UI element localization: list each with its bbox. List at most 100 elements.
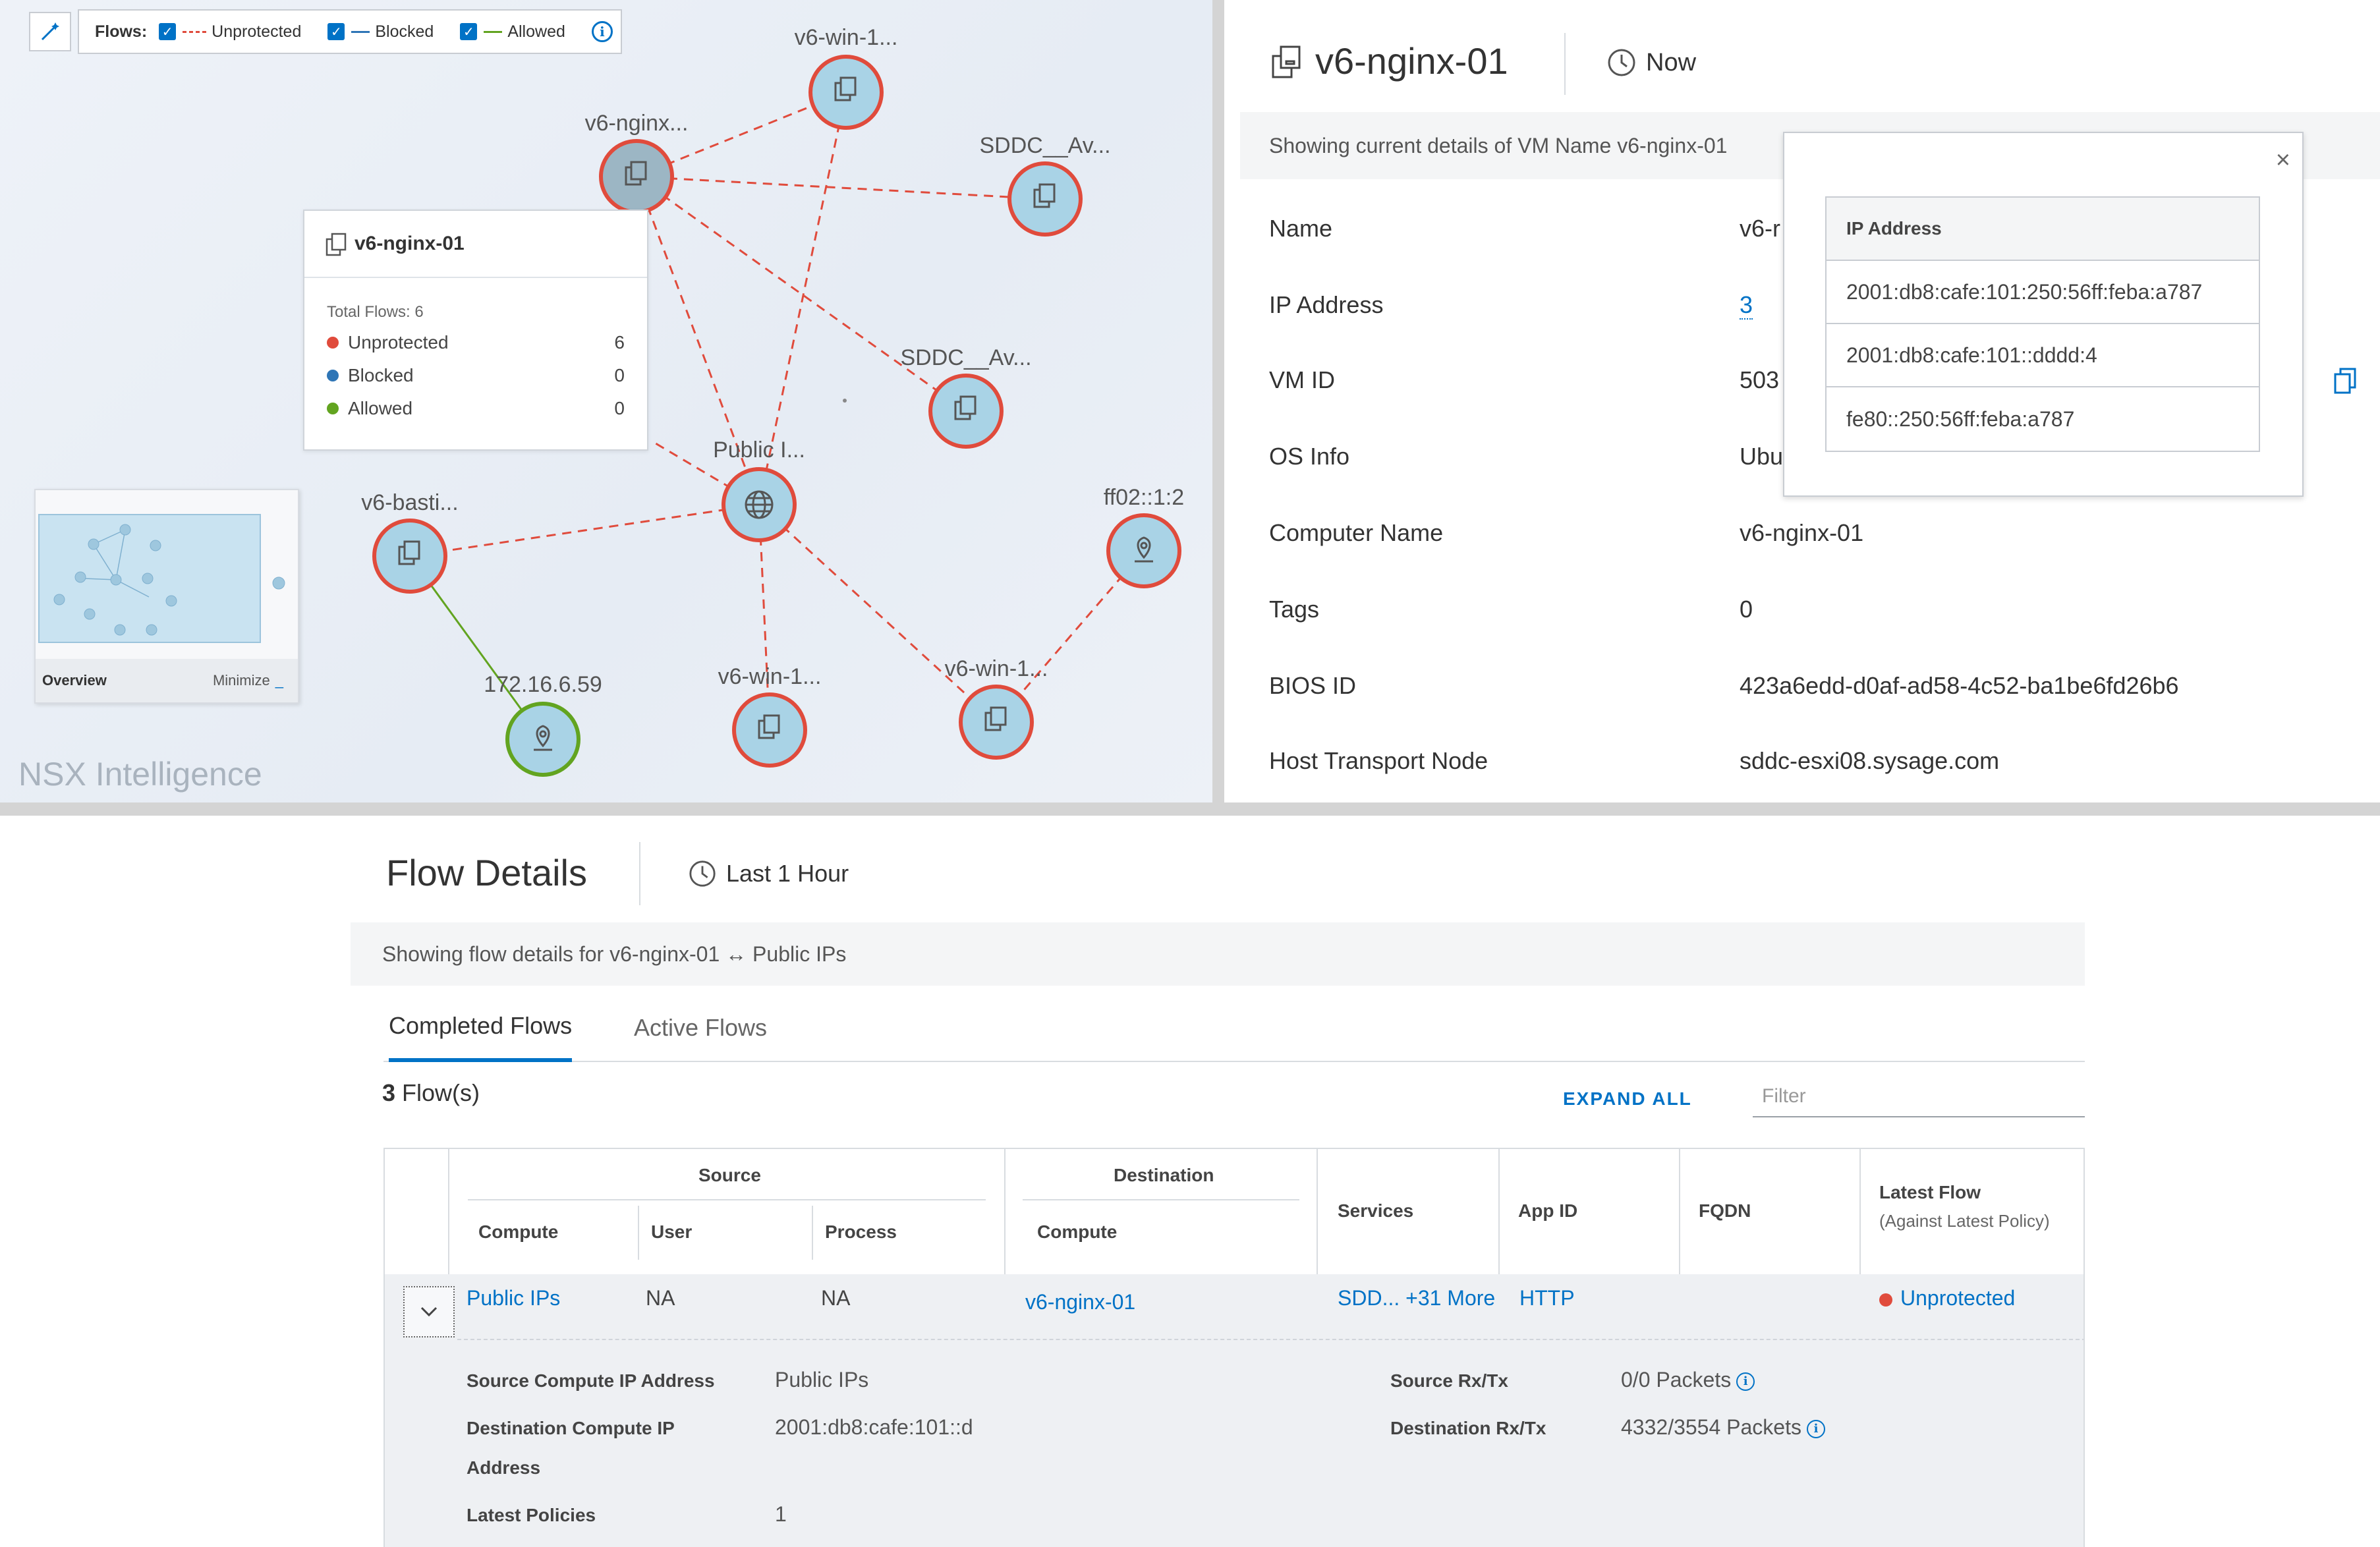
close-icon[interactable]: × [2276,146,2290,175]
vm-value-computer-name: v6-nginx-01 [1740,519,1864,546]
node-ff02[interactable] [1106,513,1181,588]
node-sddc-av-1[interactable] [1007,161,1083,237]
row-services[interactable]: SDD... +31 More [1338,1286,1495,1310]
overview-offscreen-node [272,577,285,590]
node-sddc-av-2[interactable] [928,374,1004,449]
ip-table-row: fe80::250:56ff:feba:a787 [1846,407,2075,431]
info-icon[interactable]: i [1806,1419,1825,1438]
node-label: v6-win-1... [718,664,822,689]
row-services-more[interactable]: +31 More [1405,1286,1495,1310]
info-icon[interactable]: i [1736,1372,1755,1391]
flow-count-number: 3 [382,1079,396,1106]
edge-nginx-sddc2 [636,175,967,412]
node-172-16-6-59[interactable] [505,702,581,777]
overview-viewport[interactable] [38,514,261,643]
vm-label-tags: Tags [1269,596,1320,623]
expand-all-button[interactable]: EXPAND ALL [1563,1088,1692,1110]
node-v6-win-1-right[interactable] [959,685,1034,760]
node-v6-win-1-bottom[interactable] [732,692,807,768]
row-latest-flow-label[interactable]: Unprotected [1900,1286,2015,1310]
ip-count-link[interactable]: 3 [1740,291,1753,320]
legend-allowed[interactable]: ✓ Allowed [460,22,565,42]
vm-label-host: Host Transport Node [1269,747,1488,774]
header-user[interactable]: User [651,1222,692,1243]
header-services[interactable]: Services [1338,1200,1413,1222]
legend-unprotected[interactable]: ✓ Unprotected [159,22,301,42]
magic-wand-icon [41,22,59,41]
copy-icon[interactable] [2333,366,2359,395]
header-fqdn[interactable]: FQDN [1699,1200,1751,1222]
row-app-id[interactable]: HTTP [1519,1286,1575,1310]
vm-value-tags[interactable]: 0 [1740,596,1753,623]
vm-label-id: VM ID [1269,366,1336,393]
tooltip-header: v6-nginx-01 [304,211,647,278]
minimize-icon[interactable]: _ [275,672,283,689]
vm-label-bios: BIOS ID [1269,672,1357,699]
info-icon[interactable]: i [591,21,613,42]
legend-blocked[interactable]: ✓ Blocked [327,22,434,42]
row-expander[interactable] [403,1286,455,1337]
clock-icon [689,860,716,887]
header-source-compute[interactable]: Compute [478,1222,558,1243]
status-dot [327,403,339,414]
horizontal-divider[interactable] [0,802,2380,816]
detail-dst-rxtx-label: Destination Rx/Tx [1390,1418,1546,1438]
detail-dst-ip-label-2: Address [467,1457,541,1478]
tab-active-flows[interactable]: Active Flows [634,994,767,1062]
header-app-id[interactable]: App ID [1518,1200,1577,1222]
node-label: v6-win-1... [794,25,898,50]
time-range-selector[interactable]: Last 1 Hour [688,859,849,888]
checkbox-checked-icon[interactable]: ✓ [327,23,345,40]
header-process[interactable]: Process [825,1222,897,1243]
tooltip-row-count: 0 [614,398,625,418]
ip-address-table: IP Address 2001:db8:cafe:101:250:56ff:fe… [1825,196,2260,452]
node-label: ff02::1:2 [1103,485,1185,510]
legend-label: Allowed [507,22,565,41]
detail-src-rxtx-label: Source Rx/Tx [1390,1370,1508,1391]
row-source-compute[interactable]: Public IPs [467,1286,560,1310]
vm-label-computer-name: Computer Name [1269,519,1444,546]
row-services-value[interactable]: SDD... [1338,1286,1400,1310]
flow-info-banner: Showing flow details for v6-nginx-01 ↔ P… [351,922,2085,986]
tooltip-row-count: 0 [614,365,625,385]
row-destination-compute[interactable]: v6-nginx-01 [1025,1290,1135,1314]
vertical-divider[interactable] [1212,0,1224,810]
flow-count: 3 Flow(s) [382,1079,480,1107]
node-label: Public I... [713,437,805,463]
overview-graph [53,524,177,636]
node-label: v6-nginx... [584,111,689,136]
flows-legend: Flows: ✓ Unprotected ✓ Blocked ✓ Allowed… [78,9,622,54]
tab-completed-flows[interactable]: Completed Flows [389,994,573,1062]
row-process: NA [821,1286,851,1310]
header-latest-flow[interactable]: Latest Flow [1879,1182,1981,1203]
checkbox-checked-icon[interactable]: ✓ [159,23,177,40]
vm-value-ip-link[interactable]: 3 [1740,291,1753,320]
node-v6-win-1-top[interactable] [808,55,884,130]
node-public-ips[interactable] [722,467,797,542]
tooltip-row-label: Blocked [348,365,414,385]
tooltip-row-blocked: Blocked 0 [327,364,625,387]
detail-policies-label: Latest Policies [467,1505,596,1525]
header-latest-flow-sub: (Against Latest Policy) [1879,1211,2050,1231]
time-selector[interactable]: Now [1606,47,1696,78]
table-row[interactable]: Public IPs NA NA v6-nginx-01 SDD... +31 … [385,1274,2083,1547]
overview-footer: Overview Minimize _ [36,659,298,702]
legend-label: Blocked [375,22,434,41]
node-label: v6-win-1... [944,656,1048,681]
vm-icon [1272,45,1301,78]
flow-graph-panel[interactable]: v6-win-1... v6-nginx... SDDC__Av... SDDC… [0,0,1212,802]
checkbox-checked-icon[interactable]: ✓ [460,23,478,40]
header-destination-compute[interactable]: Compute [1037,1222,1117,1243]
detail-dst-ip-label: Destination Compute IP [467,1418,675,1438]
magic-wand-button[interactable] [29,12,71,51]
node-v6-nginx[interactable] [599,139,674,214]
filter-input[interactable] [1753,1077,2085,1117]
status-dot [1879,1293,1892,1307]
node-v6-bastion[interactable] [372,519,447,594]
vm-label-name: Name [1269,215,1333,242]
minimize-button[interactable]: Minimize _ [213,672,283,689]
chevron-down-icon [420,1307,438,1317]
row-latest-flow[interactable]: Unprotected [1879,1286,2015,1310]
overview-minimap[interactable]: Overview Minimize _ [34,489,299,704]
edge-public-bastion [409,503,760,557]
